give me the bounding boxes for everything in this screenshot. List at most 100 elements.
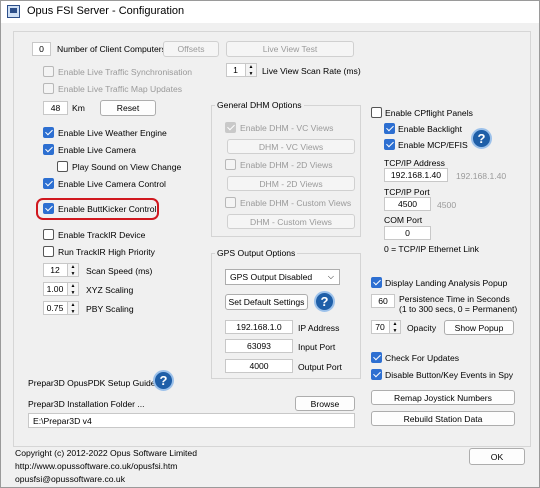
gps-options-title: GPS Output Options [215, 248, 298, 258]
backlight-checkbox[interactable] [384, 123, 395, 134]
scan-rate-spinner[interactable]: 1 ▲ ▼ [226, 63, 257, 77]
scan-speed-spinner[interactable]: 12 ▲ ▼ [43, 263, 79, 277]
live-camera-label: Enable Live Camera [58, 145, 136, 155]
dhm-vc-views-checkbox[interactable] [225, 122, 236, 133]
km-input[interactable]: 48 [43, 101, 68, 115]
tcp-port-label: TCP/IP Port [384, 187, 430, 197]
spinner-arrows-icon[interactable]: ▲ ▼ [245, 64, 256, 77]
dhm-custom-views-checkbox[interactable] [225, 197, 236, 208]
window-title: Opus FSI Server - Configuration [27, 5, 185, 17]
email-link[interactable]: opusfsi@opussoftware.co.uk [15, 474, 125, 484]
com-port-input[interactable]: 0 [384, 226, 431, 240]
dhm-custom-views-label: Enable DHM - Custom Views [240, 198, 352, 208]
trackir-priority-checkbox[interactable] [43, 246, 54, 257]
dhm-custom-views-button[interactable]: DHM - Custom Views [227, 214, 355, 229]
spinner-arrows-icon[interactable]: ▲ ▼ [67, 302, 78, 315]
trackir-priority-label: Run TrackIR High Priority [58, 247, 155, 257]
mcp-efis-label: Enable MCP/EFIS [398, 140, 468, 150]
gps-input-port-input[interactable]: 63093 [225, 339, 293, 353]
persistence-range-label: (1 to 300 secs, 0 = Permanent) [399, 304, 518, 314]
install-folder-input[interactable]: E:\Prepar3D v4 [28, 413, 355, 428]
pby-scaling-spinner[interactable]: 0.75 ▲ ▼ [43, 301, 79, 315]
tcp-address-input[interactable]: 192.168.1.40 [384, 168, 448, 182]
play-sound-checkbox[interactable] [57, 161, 68, 172]
disable-spy-label: Disable Button/Key Events in Spy [385, 370, 514, 380]
tcp-address-label: TCP/IP Address [384, 158, 445, 168]
km-label: Km [72, 103, 85, 113]
tcp-address-default: 192.168.1.40 [456, 171, 507, 181]
show-popup-button[interactable]: Show Popup [444, 320, 514, 335]
spinner-arrows-icon[interactable]: ▲ ▼ [389, 321, 400, 334]
live-traffic-sync-label: Enable Live Traffic Synchronisation [58, 67, 193, 77]
com-port-note: 0 = TCP/IP Ethernet Link [384, 244, 479, 254]
set-default-settings-button[interactable]: Set Default Settings [225, 294, 308, 310]
live-traffic-updates-checkbox[interactable] [43, 83, 54, 94]
opacity-spinner[interactable]: 70 ▲ ▼ [371, 320, 401, 334]
landing-popup-label: Display Landing Analysis Popup [385, 278, 508, 288]
live-weather-label: Enable Live Weather Engine [58, 128, 167, 138]
title-bar: Opus FSI Server - Configuration [1, 1, 539, 23]
dhm-options-title: General DHM Options [215, 100, 304, 110]
live-camera-control-label: Enable Live Camera Control [58, 179, 166, 189]
website-link[interactable]: http://www.opussoftware.co.uk/opusfsi.ht… [15, 461, 177, 471]
live-weather-checkbox[interactable] [43, 127, 54, 138]
scan-rate-value: 1 [233, 65, 238, 75]
mcp-efis-checkbox[interactable] [384, 139, 395, 150]
gps-output-select[interactable]: GPS Output Disabled ⌵ [225, 269, 340, 285]
app-icon [7, 5, 20, 18]
play-sound-label: Play Sound on View Change [72, 162, 182, 172]
pdk-guide-label: Prepar3D OpusPDK Setup Guide [28, 378, 156, 388]
spinner-arrows-icon[interactable]: ▲ ▼ [67, 264, 78, 277]
gps-input-port-label: Input Port [298, 342, 336, 352]
offsets-button[interactable]: Offsets [163, 41, 219, 57]
pdk-help-icon[interactable]: ? [153, 370, 174, 391]
check-updates-checkbox[interactable] [371, 352, 382, 363]
opacity-label: Opacity [407, 323, 437, 333]
gps-ip-label: IP Address [298, 323, 340, 333]
pby-scaling-label: PBY Scaling [86, 304, 134, 314]
live-camera-control-checkbox[interactable] [43, 178, 54, 189]
live-view-test-button[interactable]: Live View Test [226, 41, 354, 57]
backlight-label: Enable Backlight [398, 124, 463, 134]
config-window: Opus FSI Server - Configuration 0 Number… [0, 0, 540, 488]
scan-rate-label: Live View Scan Rate (ms) [262, 66, 361, 76]
browse-button[interactable]: Browse [295, 396, 355, 411]
live-camera-checkbox[interactable] [43, 144, 54, 155]
scan-speed-value: 12 [50, 265, 60, 275]
xyz-scaling-value: 1.00 [46, 284, 64, 294]
buttkicker-label: Enable ButtKicker Control [58, 204, 157, 214]
gps-help-icon[interactable]: ? [314, 291, 335, 312]
remap-joystick-button[interactable]: Remap Joystick Numbers [371, 390, 515, 405]
buttkicker-checkbox[interactable] [43, 203, 54, 214]
dhm-2d-views-checkbox[interactable] [225, 159, 236, 170]
cpflight-panels-label: Enable CPflight Panels [385, 108, 473, 118]
cpflight-panels-checkbox[interactable] [371, 107, 382, 118]
live-traffic-sync-checkbox[interactable] [43, 66, 54, 77]
gps-ip-input[interactable]: 192.168.1.0 [225, 320, 293, 334]
disable-spy-checkbox[interactable] [371, 369, 382, 380]
copyright-text: Copyright (c) 2012-2022 Opus Software Li… [15, 448, 197, 458]
rebuild-station-button[interactable]: Rebuild Station Data [371, 411, 515, 426]
install-folder-label: Prepar3D Installation Folder ... [28, 399, 145, 409]
gps-output-port-label: Output Port [298, 362, 342, 372]
check-updates-label: Check For Updates [385, 353, 460, 363]
dhm-2d-views-button[interactable]: DHM - 2D Views [227, 176, 355, 191]
xyz-scaling-spinner[interactable]: 1.00 ▲ ▼ [43, 282, 79, 296]
dhm-2d-views-label: Enable DHM - 2D Views [240, 160, 333, 170]
scan-speed-label: Scan Speed (ms) [86, 266, 153, 276]
trackir-device-checkbox[interactable] [43, 229, 54, 240]
dhm-vc-views-button[interactable]: DHM - VC Views [227, 139, 355, 154]
chevron-down-icon: ⌵ [327, 272, 334, 281]
tcp-port-input[interactable]: 4500 [384, 197, 431, 211]
gps-output-value: GPS Output Disabled [230, 272, 313, 282]
reset-button[interactable]: Reset [100, 100, 156, 116]
ok-button[interactable]: OK [469, 448, 525, 465]
persistence-input[interactable]: 60 [371, 294, 395, 308]
spinner-arrows-icon[interactable]: ▲ ▼ [67, 283, 78, 296]
landing-popup-checkbox[interactable] [371, 277, 382, 288]
gps-output-port-input[interactable]: 4000 [225, 359, 293, 373]
client-computers-input[interactable]: 0 [32, 42, 51, 56]
com-port-label: COM Port [384, 215, 423, 225]
trackir-device-label: Enable TrackIR Device [58, 230, 146, 240]
cpflight-help-icon[interactable]: ? [471, 128, 492, 149]
